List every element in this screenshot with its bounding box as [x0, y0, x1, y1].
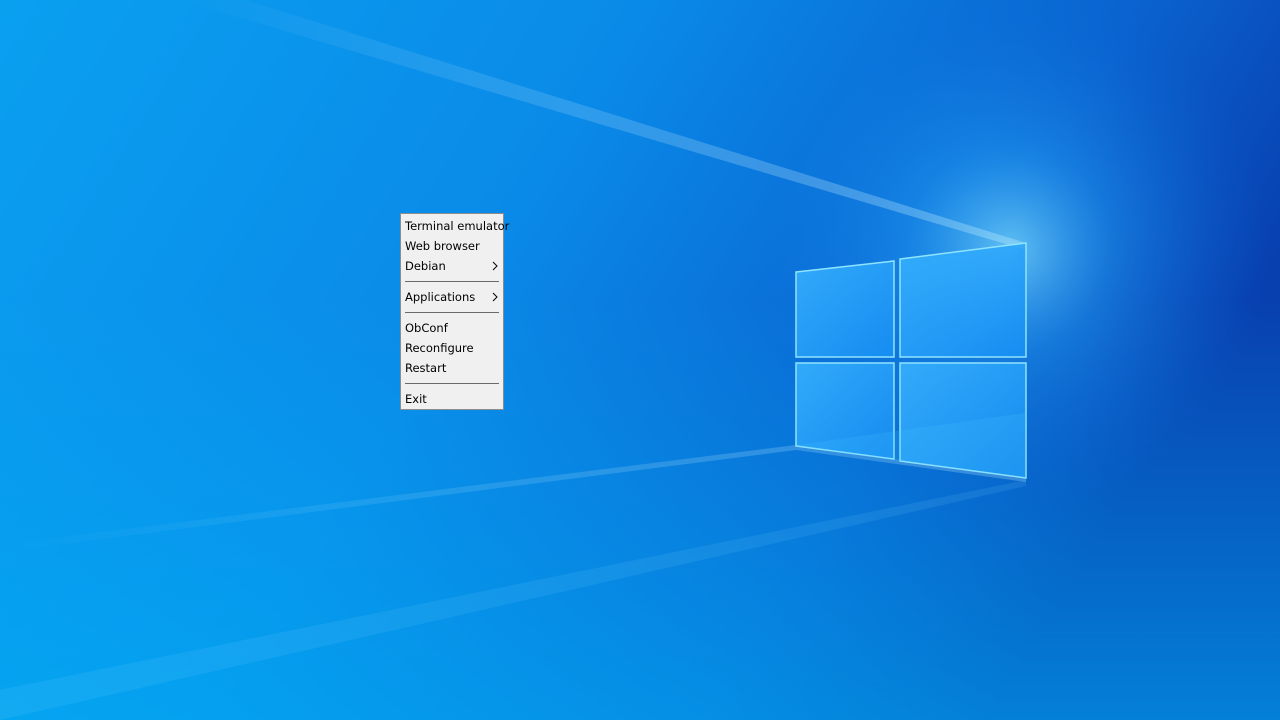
menu-item-restart[interactable]: Restart	[401, 358, 503, 378]
menu-item-debian[interactable]: Debian	[401, 256, 503, 276]
menu-item-label: Debian	[405, 259, 446, 273]
menu-item-reconfigure[interactable]: Reconfigure	[401, 338, 503, 358]
menu-item-label: Exit	[405, 392, 427, 406]
chevron-right-icon	[492, 261, 498, 271]
menu-item-terminal-emulator[interactable]: Terminal emulator	[401, 216, 509, 236]
menu-separator	[401, 378, 503, 389]
root-menu: Terminal emulator Web browser Debian App…	[400, 213, 509, 410]
menu-item-obconf[interactable]: ObConf	[401, 318, 503, 338]
menu-item-web-browser[interactable]: Web browser	[401, 236, 503, 256]
windows-logo-pane-top-right	[899, 242, 1027, 358]
menu-separator	[401, 276, 503, 287]
menu-item-label: Applications	[405, 290, 476, 304]
menu-item-applications[interactable]: Applications	[401, 287, 503, 307]
menu-item-label: Restart	[405, 361, 447, 375]
menu-separator	[401, 307, 503, 318]
menu-item-exit[interactable]: Exit	[401, 389, 503, 409]
menu-item-label: Web browser	[405, 239, 480, 253]
menu-item-label: Reconfigure	[405, 341, 474, 355]
menu-item-label: ObConf	[405, 321, 448, 335]
desktop[interactable]: Terminal emulator Web browser Debian App…	[0, 0, 1280, 720]
wallpaper	[0, 0, 1280, 720]
menu-item-label: Terminal emulator	[405, 219, 510, 233]
chevron-right-icon	[492, 292, 498, 302]
windows-logo-pane-top-left	[795, 260, 895, 358]
